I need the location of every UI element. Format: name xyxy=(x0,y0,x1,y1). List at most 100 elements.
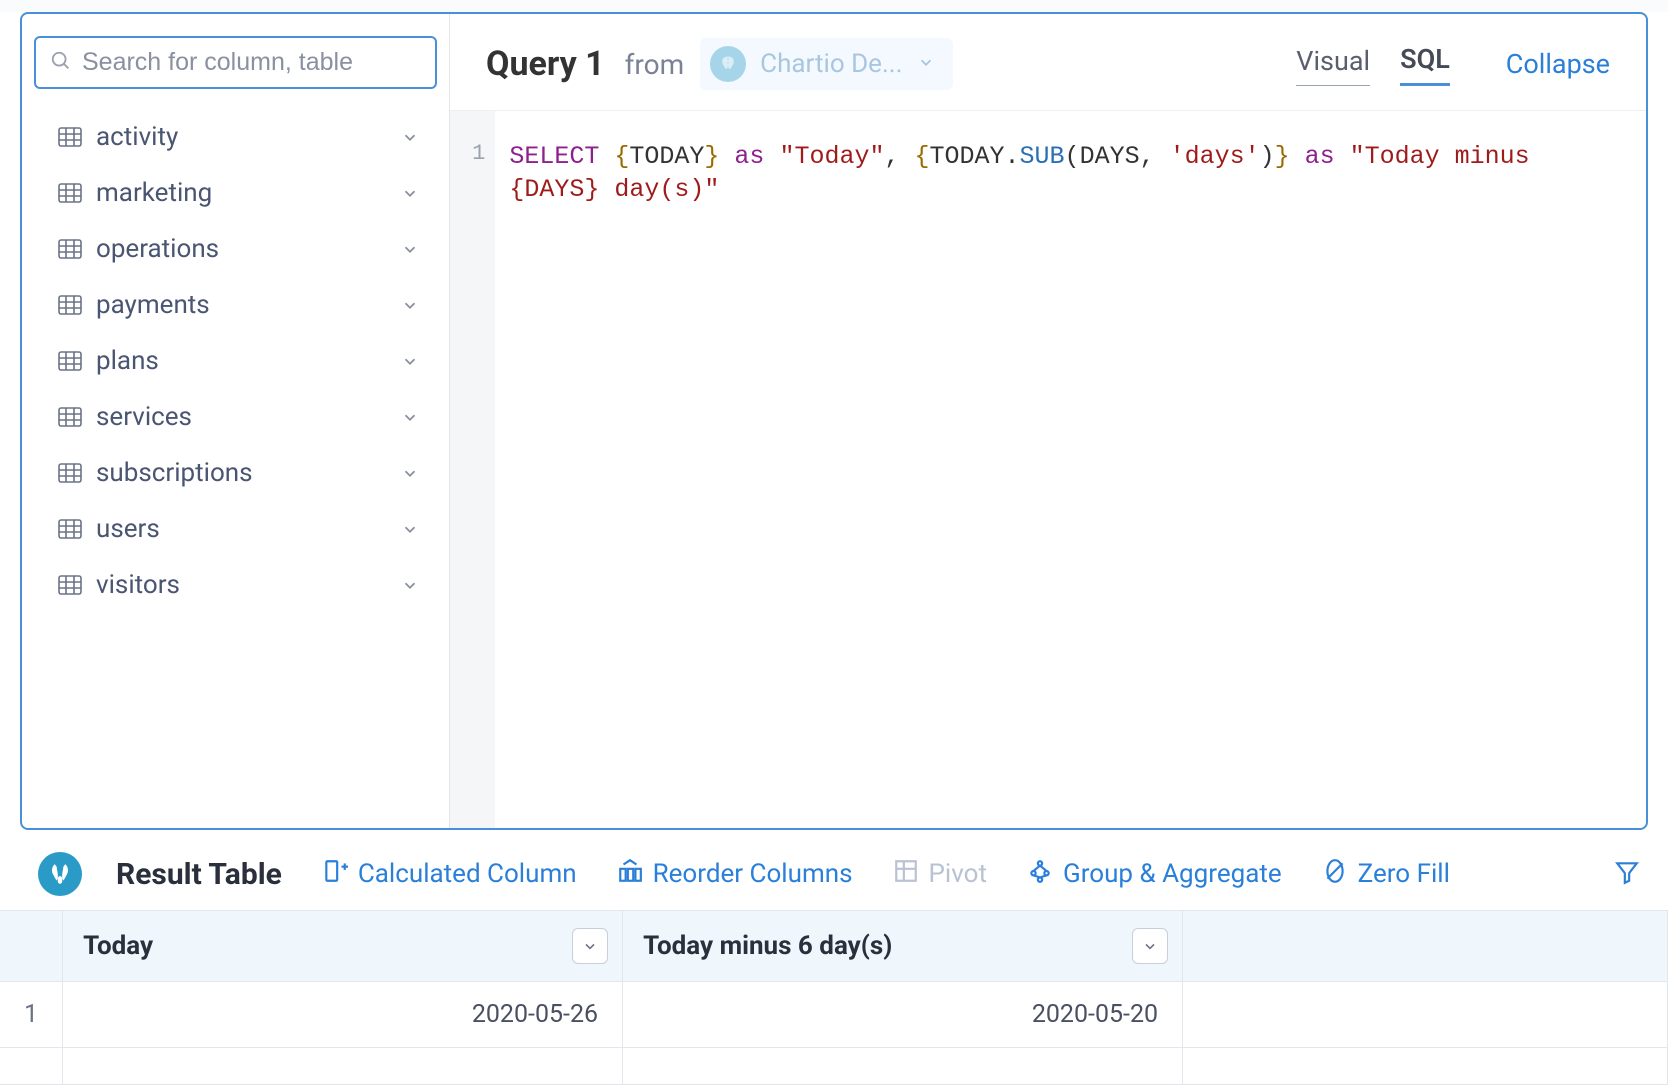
sql-code[interactable]: SELECT {TODAY} as "Today", {TODAY.SUB(DA… xyxy=(495,111,1646,828)
brace-in-string: { xyxy=(509,175,524,204)
result-table: Today Today minus 6 day(s) 1 2020-05-26 … xyxy=(0,911,1668,1085)
result-title: Result Table xyxy=(116,857,282,892)
comma: , xyxy=(1140,142,1170,171)
chevron-down-icon xyxy=(401,520,435,538)
editor-gutter: 1 xyxy=(450,111,495,828)
var-days: DAYS xyxy=(1080,142,1140,171)
tool-label: Group & Aggregate xyxy=(1063,859,1282,889)
cell-empty xyxy=(63,1048,623,1085)
chevron-down-icon xyxy=(401,408,435,426)
var-today: TODAY xyxy=(930,142,1005,171)
brace-in-string: } xyxy=(584,175,599,204)
search-icon xyxy=(50,50,72,76)
zero-fill-icon xyxy=(1322,858,1348,891)
comma: , xyxy=(884,142,914,171)
chevron-down-icon xyxy=(401,576,435,594)
string-literal: "Today minus xyxy=(1350,142,1545,171)
chevron-down-icon xyxy=(917,53,935,75)
table-label: visitors xyxy=(96,570,387,600)
column-menu-button[interactable] xyxy=(1132,928,1168,964)
cell-today-minus: 2020-05-20 xyxy=(623,982,1183,1048)
tool-label: Pivot xyxy=(929,859,987,889)
table-item-plans[interactable]: plans xyxy=(58,333,435,389)
table-icon xyxy=(58,351,82,371)
table-item-users[interactable]: users xyxy=(58,501,435,557)
fn-sub: SUB xyxy=(1020,142,1065,171)
pivot-button: Pivot xyxy=(893,858,987,891)
reorder-columns-icon xyxy=(617,858,643,891)
query-panel: activity marketing operations payments xyxy=(20,12,1648,830)
sql-editor[interactable]: 1 SELECT {TODAY} as "Today", {TODAY.SUB(… xyxy=(450,110,1646,828)
table-item-subscriptions[interactable]: subscriptions xyxy=(58,445,435,501)
chevron-down-icon xyxy=(401,128,435,146)
schema-search[interactable] xyxy=(34,36,437,89)
table-row xyxy=(0,1048,1668,1085)
table-item-visitors[interactable]: visitors xyxy=(58,557,435,613)
tool-label: Reorder Columns xyxy=(653,859,853,889)
chevron-down-icon xyxy=(401,464,435,482)
table-icon xyxy=(58,295,82,315)
column-label: Today minus 6 day(s) xyxy=(643,931,892,961)
cell-empty xyxy=(623,1048,1183,1085)
result-panel: Result Table Calculated Column Reorder C… xyxy=(0,840,1668,1085)
line-number: 1 xyxy=(450,141,485,166)
cell-today: 2020-05-26 xyxy=(63,982,623,1048)
tab-visual[interactable]: Visual xyxy=(1296,45,1370,86)
string-literal: 'days' xyxy=(1170,142,1260,171)
table-label: operations xyxy=(96,234,387,264)
group-aggregate-icon xyxy=(1027,858,1053,891)
cell-empty xyxy=(1183,1048,1668,1085)
table-icon xyxy=(58,407,82,427)
table-label: subscriptions xyxy=(96,458,387,488)
table-label: activity xyxy=(96,122,387,152)
tab-sql[interactable]: SQL xyxy=(1400,43,1450,86)
postgres-icon xyxy=(710,46,746,82)
brace: { xyxy=(614,142,629,171)
table-item-payments[interactable]: payments xyxy=(58,277,435,333)
table-row: 1 2020-05-26 2020-05-20 xyxy=(0,982,1668,1048)
column-header-empty xyxy=(1183,911,1668,982)
tool-label: Zero Fill xyxy=(1358,859,1450,889)
var-days: DAYS xyxy=(524,175,584,204)
table-icon xyxy=(58,183,82,203)
chevron-down-icon xyxy=(401,296,435,314)
query-header: Query 1 from Chartio De... Visual SQL Co… xyxy=(450,14,1646,110)
calculated-column-icon xyxy=(322,858,348,891)
datasource-selector[interactable]: Chartio De... xyxy=(700,38,952,90)
kw-as: as xyxy=(1290,142,1350,171)
column-header-today[interactable]: Today xyxy=(63,911,623,982)
cell-empty xyxy=(1183,982,1668,1048)
query-title: Query 1 xyxy=(486,44,605,84)
brace: } xyxy=(704,142,719,171)
column-menu-button[interactable] xyxy=(572,928,608,964)
table-label: services xyxy=(96,402,387,432)
string-literal: day(s)" xyxy=(599,175,719,204)
table-icon xyxy=(58,239,82,259)
brace: } xyxy=(1275,142,1290,171)
row-number: 1 xyxy=(0,982,63,1048)
column-label: Today xyxy=(83,931,153,961)
reorder-columns-button[interactable]: Reorder Columns xyxy=(617,858,853,891)
collapse-button[interactable]: Collapse xyxy=(1506,48,1610,80)
string-literal: "Today" xyxy=(779,142,884,171)
table-icon xyxy=(58,127,82,147)
table-item-operations[interactable]: operations xyxy=(58,221,435,277)
chevron-down-icon xyxy=(401,352,435,370)
table-label: plans xyxy=(96,346,387,376)
zero-fill-button[interactable]: Zero Fill xyxy=(1322,858,1450,891)
calculated-column-button[interactable]: Calculated Column xyxy=(322,858,577,891)
table-item-services[interactable]: services xyxy=(58,389,435,445)
datasource-name: Chartio De... xyxy=(760,49,902,79)
table-item-marketing[interactable]: marketing xyxy=(58,165,435,221)
chevron-down-icon xyxy=(401,240,435,258)
paren: ) xyxy=(1260,142,1275,171)
filter-icon[interactable] xyxy=(1614,857,1640,891)
row-number-header xyxy=(0,911,63,982)
search-input[interactable] xyxy=(82,48,421,77)
group-aggregate-button[interactable]: Group & Aggregate xyxy=(1027,858,1282,891)
from-label: from xyxy=(625,48,684,81)
kw-as: as xyxy=(719,142,779,171)
table-label: users xyxy=(96,514,387,544)
column-header-today-minus[interactable]: Today minus 6 day(s) xyxy=(623,911,1183,982)
table-item-activity[interactable]: activity xyxy=(58,109,435,165)
